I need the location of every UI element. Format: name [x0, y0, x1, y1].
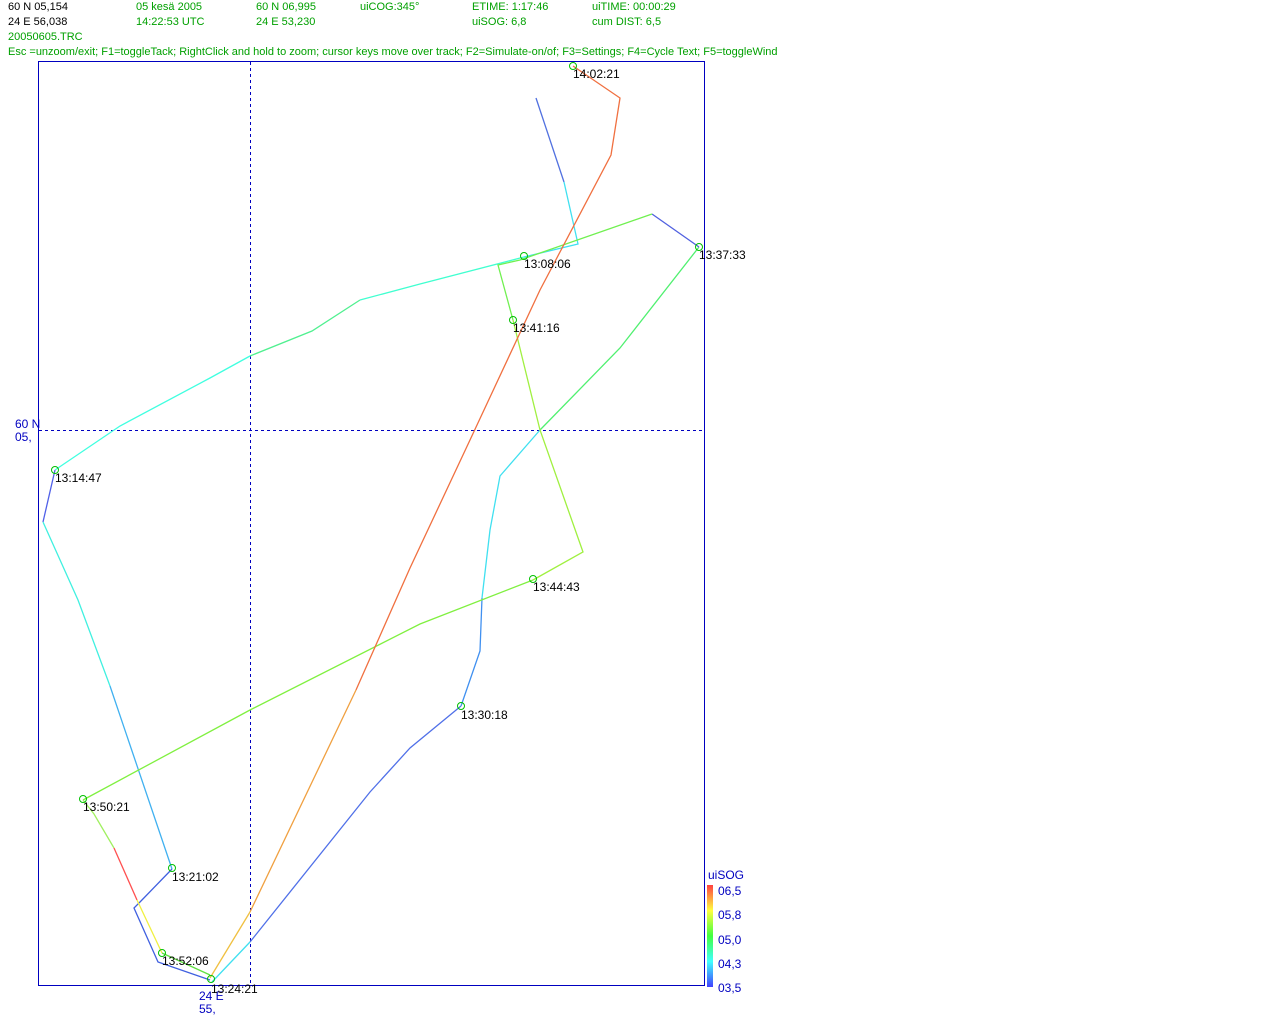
gps-track: [42, 65, 700, 983]
legend-tick: 05,8: [718, 908, 742, 922]
track-segment: [355, 65, 621, 691]
track-segment: [109, 685, 173, 870]
track-segment: [42, 521, 111, 687]
time-marker-label: 13:08:06: [524, 257, 571, 271]
track-segment: [535, 97, 565, 183]
legend-tick: 04,3: [718, 957, 742, 971]
track-segment: [460, 597, 483, 707]
track-segment: [249, 689, 357, 913]
track-segment: [481, 429, 541, 599]
track-segment: [209, 911, 251, 979]
track-segment: [113, 847, 138, 901]
legend-tick: 06,5: [718, 884, 742, 898]
legend-title: uiSOG: [708, 868, 744, 882]
time-marker-label: 13:37:33: [699, 248, 746, 262]
time-marker-label: 13:52:06: [162, 954, 209, 968]
track-segment: [523, 181, 579, 258]
track-segment: [249, 299, 361, 357]
legend-color-bar: [707, 885, 713, 987]
track-segment: [359, 256, 525, 301]
time-marker-label: 14:02:21: [573, 67, 620, 81]
latitude-axis-label-degrees: 60 N: [15, 417, 40, 431]
longitude-axis-label-minutes: 55,: [199, 1002, 216, 1016]
track-segment: [136, 899, 163, 954]
legend-tick: 05,0: [718, 933, 742, 947]
time-marker-label: 13:14:47: [55, 471, 102, 485]
time-marker-label: 13:41:16: [513, 321, 560, 335]
track-segment: [512, 319, 584, 581]
time-marker-label: 13:50:21: [83, 800, 130, 814]
track-segment: [211, 941, 251, 983]
track-segment: [42, 469, 56, 523]
plot-frame: [38, 61, 705, 986]
track-segment: [249, 705, 462, 943]
time-marker-label: 13:24:21: [211, 982, 258, 996]
time-markers: 14:02:21 13:37:33 13:08:06 13:41:16 13:1…: [51, 62, 746, 996]
track-plot[interactable]: 60 N 05, 24 E 55, 14:02:21 13:37:33 13:0…: [0, 0, 1280, 1024]
latitude-axis-label-minutes: 05,: [15, 430, 32, 444]
track-segment: [54, 355, 251, 471]
track-segment: [539, 246, 700, 431]
time-marker-label: 13:21:02: [172, 870, 219, 884]
speed-legend: uiSOG 06,5 05,8 05,0 04,3 03,5: [707, 868, 744, 995]
track-segment: [82, 579, 534, 801]
legend-tick: 03,5: [718, 981, 742, 995]
time-marker-label: 13:30:18: [461, 708, 508, 722]
track-segment: [651, 213, 700, 248]
time-marker-label: 13:44:43: [533, 580, 580, 594]
